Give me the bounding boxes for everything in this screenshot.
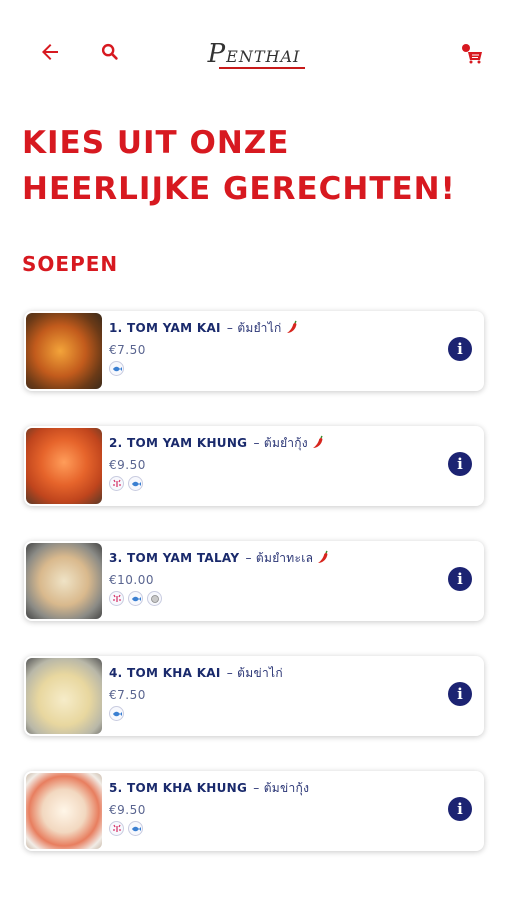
dish-name: 2. Tom Yam Khung – ต้มยำกุ้ง	[109, 434, 484, 453]
menu-item-info: 1. Tom Yam Kai – ต้มยำไก่ €7.50 i	[102, 311, 484, 391]
menu-item-info: 5. Tom Kha Khung – ต้มข่ากุ้ง €9.50 i	[102, 771, 484, 851]
menu-item-info: 2. Tom Yam Khung – ต้มยำกุ้ง €9.50 i	[102, 426, 484, 506]
menu-item-card[interactable]: 1. Tom Yam Kai – ต้มยำไก่ €7.50 i	[24, 311, 484, 391]
info-icon[interactable]: i	[448, 452, 472, 476]
logo-initial: P	[207, 39, 227, 69]
dish-name: 4. Tom Kha Kai – ต้มข่าไก่	[109, 664, 484, 683]
chili-pepper-icon	[316, 550, 330, 567]
menu-item-card[interactable]: 3. Tom Yam Talay – ต้มยำทะเล €10.00 i	[24, 541, 484, 621]
dish-name-label: 3. Tom Yam Talay	[109, 551, 240, 565]
allergen-list	[109, 821, 484, 836]
top-bar: PENTHAI	[0, 0, 506, 100]
back-arrow-icon[interactable]	[34, 36, 66, 68]
chili-pepper-icon	[311, 435, 325, 452]
info-icon[interactable]: i	[448, 567, 472, 591]
menu-item-card[interactable]: 4. Tom Kha Kai – ต้มข่าไก่ €7.50 i	[24, 656, 484, 736]
search-icon[interactable]	[94, 36, 126, 68]
crustacean-allergen-icon	[109, 476, 124, 491]
allergen-list	[109, 706, 484, 721]
chili-pepper-icon	[285, 320, 299, 337]
fish-allergen-icon	[109, 361, 124, 376]
dish-name-label: 5. Tom Kha Khung	[109, 781, 248, 795]
logo-rest: ENTHAI	[226, 47, 301, 66]
cart-icon[interactable]	[456, 36, 488, 68]
penthai-logo[interactable]: PENTHAI	[198, 18, 310, 90]
dish-thai-name: – ต้มข่ากุ้ง	[249, 781, 310, 795]
info-icon[interactable]: i	[448, 337, 472, 361]
page-title-line-1: Kies uit onze	[22, 125, 290, 161]
dish-thai-name: – ต้มข่าไก่	[222, 666, 283, 680]
menu-item-card[interactable]: 5. Tom Kha Khung – ต้มข่ากุ้ง €9.50 i	[24, 771, 484, 851]
mollusc-allergen-icon	[147, 591, 162, 606]
fish-allergen-icon	[128, 476, 143, 491]
dish-name: 1. Tom Yam Kai – ต้มยำไก่	[109, 319, 484, 338]
logo-underline	[219, 67, 305, 69]
dish-name-label: 2. Tom Yam Khung	[109, 436, 248, 450]
crustacean-allergen-icon	[109, 591, 124, 606]
dish-image	[26, 428, 102, 504]
allergen-list	[109, 591, 484, 606]
dish-name: 5. Tom Kha Khung – ต้มข่ากุ้ง	[109, 779, 484, 798]
section-title: Soepen	[22, 252, 119, 276]
dish-name-label: 4. Tom Kha Kai	[109, 666, 221, 680]
page-title-line-2: heerlijke gerechten!	[22, 171, 456, 207]
info-icon[interactable]: i	[448, 682, 472, 706]
dish-name-label: 1. Tom Yam Kai	[109, 321, 221, 335]
dish-price: €7.50	[109, 343, 146, 357]
fish-allergen-icon	[128, 591, 143, 606]
menu-item-info: 3. Tom Yam Talay – ต้มยำทะเล €10.00 i	[102, 541, 484, 621]
info-icon[interactable]: i	[448, 797, 472, 821]
dish-name: 3. Tom Yam Talay – ต้มยำทะเล	[109, 549, 484, 568]
dish-price: €10.00	[109, 573, 154, 587]
dish-image	[26, 658, 102, 734]
dish-image	[26, 773, 102, 849]
allergen-list	[109, 361, 484, 376]
menu-item-card[interactable]: 2. Tom Yam Khung – ต้มยำกุ้ง €9.50 i	[24, 426, 484, 506]
dish-thai-name: – ต้มยำไก่	[222, 321, 282, 335]
fish-allergen-icon	[128, 821, 143, 836]
page-title: Kies uit onze heerlijke gerechten!	[22, 120, 492, 212]
crustacean-allergen-icon	[109, 821, 124, 836]
dish-thai-name: – ต้มยำกุ้ง	[249, 436, 308, 450]
dish-thai-name: – ต้มยำทะเล	[241, 551, 314, 565]
dish-image	[26, 313, 102, 389]
allergen-list	[109, 476, 484, 491]
fish-allergen-icon	[109, 706, 124, 721]
menu-item-info: 4. Tom Kha Kai – ต้มข่าไก่ €7.50 i	[102, 656, 484, 736]
dish-price: €9.50	[109, 458, 146, 472]
dish-image	[26, 543, 102, 619]
dish-price: €7.50	[109, 688, 146, 702]
dish-price: €9.50	[109, 803, 146, 817]
